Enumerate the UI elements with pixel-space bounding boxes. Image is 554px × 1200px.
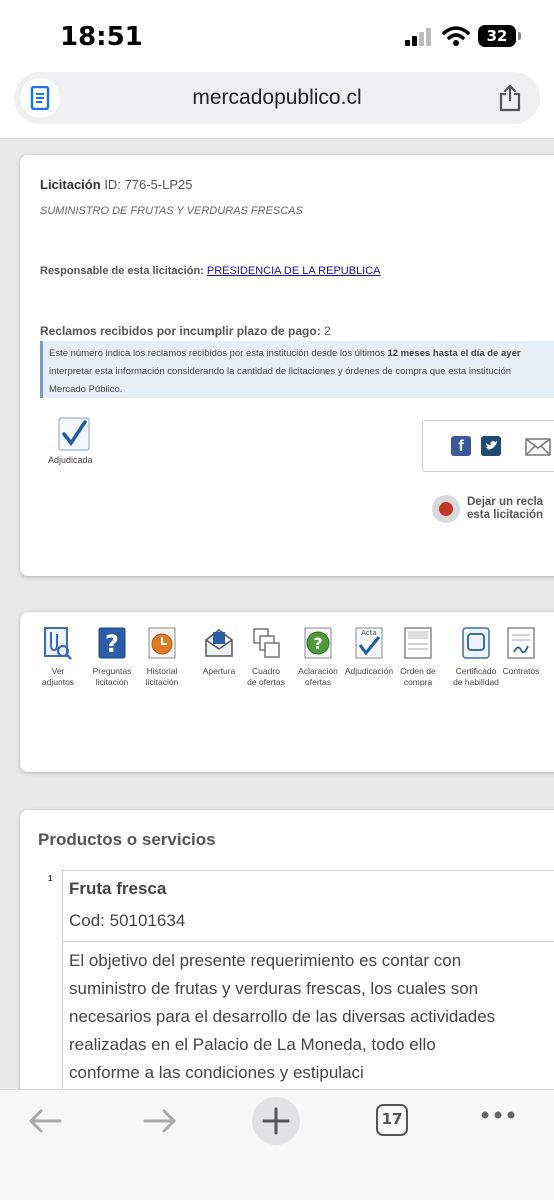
tool-label: de habilidad xyxy=(453,677,499,687)
licitacion-name: SUMINISTRO DE FRUTAS Y VERDURAS FRESCAS xyxy=(40,205,303,217)
adjudicada-status-icon xyxy=(58,417,90,451)
battery-indicator: 32 xyxy=(478,25,521,47)
licitacion-label: Licitación xyxy=(40,177,101,192)
reclamo-text-line: Dejar un recla xyxy=(467,496,544,508)
contratos-button[interactable]: Contratos xyxy=(493,626,549,678)
item-number: 1 xyxy=(48,874,53,883)
info-text: Este número indica los reclamos recibido… xyxy=(49,348,388,359)
more-options-icon[interactable] xyxy=(480,1110,516,1120)
twitter-icon[interactable] xyxy=(481,436,501,456)
preguntas-button[interactable]: ? Preguntas licitación xyxy=(84,626,140,687)
tool-label: licitación xyxy=(95,677,129,687)
product-description: El objetivo del presente requerimiento e… xyxy=(69,951,496,1082)
tool-label: Historial xyxy=(146,666,178,676)
aclaracion-ofertas-button[interactable]: ? Aclaración ofertas xyxy=(290,626,346,687)
info-text: interpretar esta información considerand… xyxy=(49,366,512,377)
clock: 18:51 xyxy=(60,22,143,52)
ver-adjuntos-button[interactable]: Ver adjuntos xyxy=(30,626,86,687)
reclamos-row: Reclamos recibidos por incumplir plazo d… xyxy=(40,324,331,338)
address-bar[interactable]: mercadopublico.cl xyxy=(14,72,540,124)
history-clock-icon xyxy=(148,627,176,659)
id-label: ID: xyxy=(104,177,121,192)
licitacion-id: Licitación ID: 776-5-LP25 xyxy=(40,177,193,192)
adjudicacion-button[interactable]: Acta Adjudicación xyxy=(341,626,397,678)
licitacion-actions-card: Ver adjuntos ? Preguntas licitación Hist… xyxy=(20,612,554,772)
contract-signature-icon xyxy=(507,627,535,659)
id-value: 776-5-LP25 xyxy=(124,177,193,192)
historial-button[interactable]: Historial licitación xyxy=(134,626,190,687)
svg-text:?: ? xyxy=(313,634,322,653)
responsable-link[interactable]: PRESIDENCIA DE LA REPUBLICA xyxy=(207,265,381,277)
tool-label: Aclaración xyxy=(298,666,338,676)
tool-label: Ver xyxy=(51,666,65,676)
section-title: Productos o servicios xyxy=(38,830,216,849)
email-icon[interactable] xyxy=(525,438,551,456)
status-label: Adjudicada xyxy=(48,455,93,465)
cuadro-ofertas-button[interactable]: Cuadro de ofertas xyxy=(238,626,294,687)
open-envelope-icon xyxy=(205,629,233,657)
reclamo-icon[interactable] xyxy=(432,495,460,523)
reclamos-count: 2 xyxy=(324,324,331,338)
cellular-signal-icon xyxy=(405,28,431,46)
product-code: Cod: 50101634 xyxy=(69,911,186,930)
tool-label: compra xyxy=(403,677,433,687)
reclamos-info-box: Este número indica los reclamos recibido… xyxy=(40,341,554,398)
back-arrow-icon[interactable] xyxy=(28,1108,62,1134)
dejar-reclamo-link[interactable]: Dejar un recla esta licitación xyxy=(467,496,543,522)
product-name: Fruta fresca xyxy=(69,879,167,898)
svg-text:?: ? xyxy=(105,630,119,658)
tab-switcher-button[interactable]: 17 xyxy=(376,1104,408,1136)
product-item: Fruta fresca Cod: 50101634 1 C El objeti… xyxy=(62,870,554,1089)
responsable-row: Responsable de esta licitación: PRESIDEN… xyxy=(40,265,381,277)
tool-label: Adjudicación xyxy=(344,666,394,676)
documents-stack-icon xyxy=(253,628,280,658)
tool-label: licitación xyxy=(145,677,179,687)
attachments-icon xyxy=(44,627,72,660)
status-bar: 18:51 32 xyxy=(0,0,554,70)
orden-compra-button[interactable]: Orden de compra xyxy=(390,626,446,687)
new-tab-button[interactable] xyxy=(252,1097,300,1145)
info-text: Mercado Público. xyxy=(49,384,123,395)
acta-check-icon: Acta xyxy=(355,627,383,659)
tool-label: Contratos xyxy=(502,666,540,676)
share-icon[interactable] xyxy=(498,84,522,112)
facebook-icon[interactable]: f xyxy=(451,436,471,456)
purchase-order-icon xyxy=(404,627,432,659)
svg-text:Acta: Acta xyxy=(361,629,377,637)
help-circle-icon: ? xyxy=(304,627,332,659)
tool-label: adjuntos xyxy=(41,677,75,687)
web-content[interactable]: Licitación ID: 776-5-LP25 SUMINISTRO DE … xyxy=(0,139,554,1089)
wifi-icon xyxy=(442,26,470,46)
divider xyxy=(63,941,554,942)
tool-label: Preguntas xyxy=(92,666,132,676)
tool-label: Orden de xyxy=(400,666,436,676)
tool-label: Cuadro xyxy=(252,666,280,676)
info-text-bold: 12 meses hasta el día de ayer xyxy=(387,348,521,359)
reclamo-text-line: esta licitación xyxy=(467,509,544,521)
certificate-icon xyxy=(462,627,490,659)
tool-label: ofertas xyxy=(305,677,331,687)
question-icon: ? xyxy=(98,627,126,659)
licitacion-summary-card: Licitación ID: 776-5-LP25 SUMINISTRO DE … xyxy=(20,155,554,576)
plus-icon xyxy=(262,1107,290,1135)
tool-label: de ofertas xyxy=(247,677,285,687)
productos-card: Productos o servicios 1 Fruta fresca Cod… xyxy=(20,810,554,1089)
url-text: mercadopublico.cl xyxy=(192,86,362,109)
forward-arrow-icon[interactable] xyxy=(143,1108,177,1134)
reclamos-label: Reclamos recibidos por incumplir plazo d… xyxy=(40,324,321,338)
responsable-label: Responsable de esta licitación: xyxy=(40,265,204,277)
social-share-box: f xyxy=(422,420,554,472)
browser-toolbar: 17 xyxy=(0,1089,554,1200)
